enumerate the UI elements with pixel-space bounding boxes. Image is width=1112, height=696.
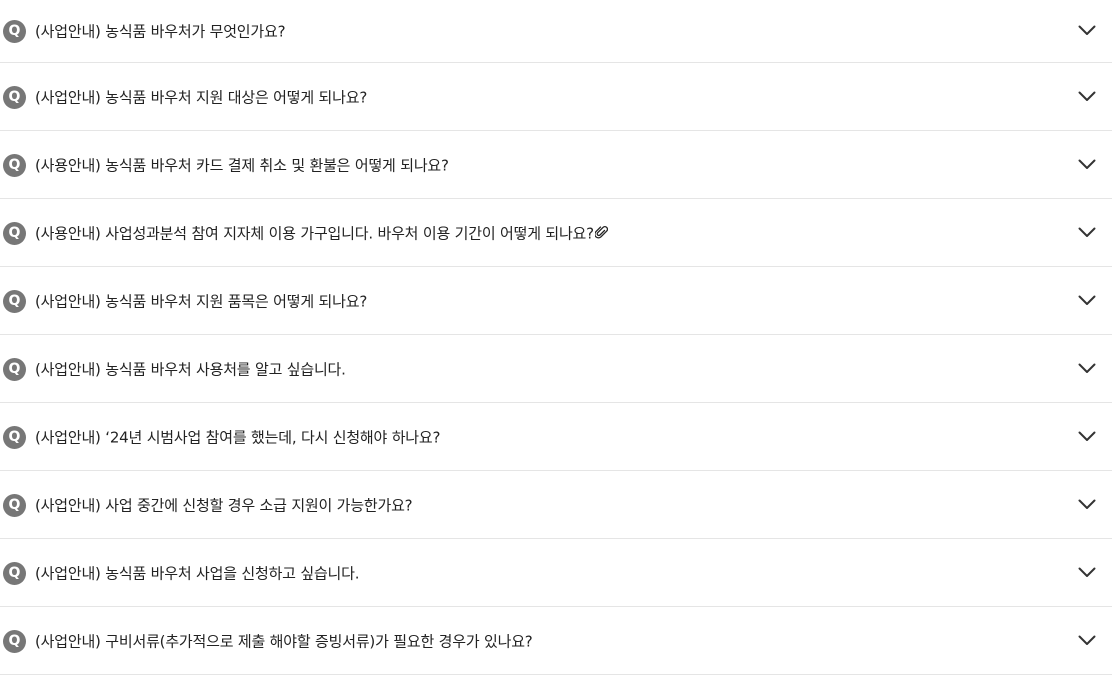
question-badge-icon: Q: [3, 153, 26, 177]
faq-question[interactable]: (사용안내) 농식품 바우처 카드 결제 취소 및 환불은 어떻게 되나요?: [35, 154, 449, 175]
faq-item[interactable]: Q (사업안내) 농식품 바우처가 무엇인가요?: [0, 0, 1112, 63]
chevron-down-icon[interactable]: [1078, 91, 1096, 102]
faq-item[interactable]: Q (사업안내) 구비서류(추가적으로 제출 해야할 증빙서류)가 필요한 경우…: [0, 607, 1112, 675]
chevron-down-icon[interactable]: [1078, 25, 1096, 36]
faq-item[interactable]: Q (사업안내) ‘24년 시범사업 참여를 했는데, 다시 신청해야 하나요?: [0, 403, 1112, 471]
question-badge-icon: Q: [3, 493, 26, 517]
question-badge-icon: Q: [3, 629, 26, 653]
chevron-down-icon[interactable]: [1078, 499, 1096, 510]
chevron-down-icon[interactable]: [1078, 431, 1096, 442]
question-badge-icon: Q: [3, 85, 26, 109]
faq-question-with-attachment[interactable]: (사용안내) 사업성과분석 참여 지자체 이용 가구입니다. 바우처 이용 기간…: [35, 222, 608, 243]
question-badge-icon: Q: [3, 561, 26, 585]
faq-question[interactable]: (사업안내) 사업 중간에 신청할 경우 소급 지원이 가능한가요?: [35, 494, 413, 515]
question-badge-icon: Q: [3, 20, 26, 43]
faq-question[interactable]: (사업안내) 농식품 바우처 사용처를 알고 싶습니다.: [35, 358, 346, 379]
chevron-down-icon[interactable]: [1078, 295, 1096, 306]
question-badge-icon: Q: [3, 357, 26, 381]
chevron-down-icon[interactable]: [1078, 159, 1096, 170]
chevron-down-icon[interactable]: [1078, 635, 1096, 646]
faq-question[interactable]: (사업안내) 농식품 바우처 지원 대상은 어떻게 되나요?: [35, 86, 367, 107]
faq-item[interactable]: Q (사용안내) 농식품 바우처 카드 결제 취소 및 환불은 어떻게 되나요?: [0, 131, 1112, 199]
faq-question[interactable]: (사업안내) 농식품 바우처가 무엇인가요?: [35, 21, 286, 42]
question-badge-icon: Q: [3, 221, 26, 245]
faq-question[interactable]: (사업안내) 농식품 바우처 지원 품목은 어떻게 되나요?: [35, 290, 367, 311]
faq-item[interactable]: Q (사업안내) 농식품 바우처 지원 품목은 어떻게 되나요?: [0, 267, 1112, 335]
faq-question[interactable]: (사업안내) 구비서류(추가적으로 제출 해야할 증빙서류)가 필요한 경우가 …: [35, 630, 533, 651]
paperclip-icon: [594, 225, 608, 238]
faq-item[interactable]: Q (사업안내) 농식품 바우처 사용처를 알고 싶습니다.: [0, 335, 1112, 403]
faq-item[interactable]: Q (사용안내) 사업성과분석 참여 지자체 이용 가구입니다. 바우처 이용 …: [0, 199, 1112, 267]
faq-item[interactable]: Q (사업안내) 농식품 바우처 지원 대상은 어떻게 되나요?: [0, 63, 1112, 131]
faq-item[interactable]: Q (사업안내) 사업 중간에 신청할 경우 소급 지원이 가능한가요?: [0, 471, 1112, 539]
faq-item[interactable]: Q (사업안내) 농식품 바우처 사업을 신청하고 싶습니다.: [0, 539, 1112, 607]
question-badge-icon: Q: [3, 425, 26, 449]
chevron-down-icon[interactable]: [1078, 363, 1096, 374]
faq-question-text: (사용안내) 사업성과분석 참여 지자체 이용 가구입니다. 바우처 이용 기간…: [35, 224, 594, 242]
faq-question[interactable]: (사업안내) 농식품 바우처 사업을 신청하고 싶습니다.: [35, 562, 360, 583]
faq-question[interactable]: (사업안내) ‘24년 시범사업 참여를 했는데, 다시 신청해야 하나요?: [35, 426, 440, 447]
question-badge-icon: Q: [3, 289, 26, 313]
faq-list: Q (사업안내) 농식품 바우처가 무엇인가요? Q (사업안내) 농식품 바우…: [0, 0, 1112, 675]
chevron-down-icon[interactable]: [1078, 567, 1096, 578]
chevron-down-icon[interactable]: [1078, 227, 1096, 238]
